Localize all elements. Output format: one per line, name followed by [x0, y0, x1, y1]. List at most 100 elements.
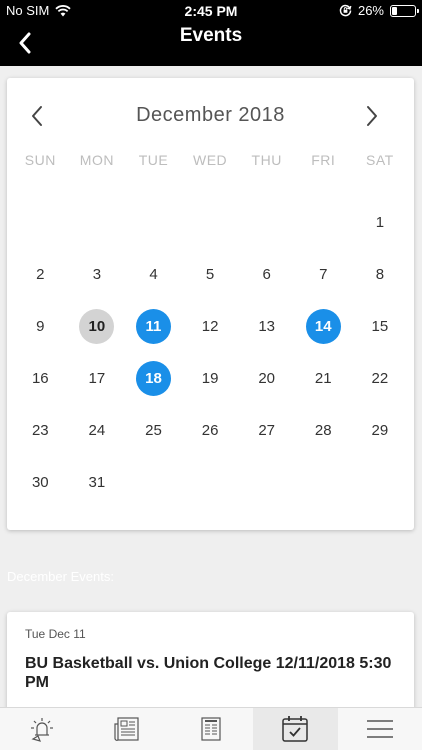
- tab-news[interactable]: [84, 708, 168, 750]
- calendar-day-cell: 15: [352, 300, 409, 352]
- calendar-day-14[interactable]: 14: [305, 308, 341, 344]
- weekday-label: TUE: [138, 152, 169, 168]
- calendar-day-13[interactable]: 13: [249, 309, 284, 344]
- battery-fill: [392, 6, 398, 15]
- weekday-label: THU: [251, 152, 282, 168]
- calendar-day-cell: 22: [352, 352, 409, 404]
- calendar-day-2[interactable]: 2: [23, 257, 58, 292]
- calendar-day-cell: 26: [182, 404, 239, 456]
- calendar-day-cell: 30: [12, 456, 69, 508]
- calendar-day-22[interactable]: 22: [362, 361, 397, 396]
- calendar-day-25[interactable]: 25: [136, 413, 171, 448]
- calendar-day-cell: 31: [69, 456, 126, 508]
- calendar-day-3[interactable]: 3: [79, 257, 114, 292]
- chevron-right-icon: [367, 106, 377, 126]
- weekday-label: SAT: [366, 152, 394, 168]
- calendar-day-9[interactable]: 9: [23, 309, 58, 344]
- calendar-day-1[interactable]: 1: [362, 205, 397, 240]
- calendar-card: December 2018 SUN MON TUE WED THU FRI SAT 1234…: [7, 78, 414, 530]
- calendar-day-cell: 19: [182, 352, 239, 404]
- calendar-day-15[interactable]: 15: [362, 309, 397, 344]
- page-title: Events: [179, 25, 243, 46]
- calendar-day-27[interactable]: 27: [249, 413, 284, 448]
- weekday-label: MON: [79, 152, 114, 168]
- calendar-day-24[interactable]: 24: [79, 413, 114, 448]
- calendar-day-cell: 3: [69, 248, 126, 300]
- event-date: Tue Dec 11: [25, 627, 86, 641]
- tab-bar: [0, 707, 422, 750]
- event-title: BU Basketball vs. Union College 12/11/20…: [25, 655, 392, 691]
- calendar-day-cell: 8: [352, 248, 409, 300]
- weekday-label: SUN: [24, 152, 56, 168]
- calendar-day-17[interactable]: 17: [79, 361, 114, 396]
- weekday-header: SUN MON TUE WED THU FRI SAT: [12, 152, 408, 168]
- calendar-day-cell: 10: [69, 300, 126, 352]
- calendar-day-26[interactable]: 26: [193, 413, 228, 448]
- calendar-blank-cell: [69, 196, 126, 248]
- calendar-day-cell: 21: [295, 352, 352, 404]
- calendar-day-7[interactable]: 7: [306, 257, 341, 292]
- calendar-blank-cell: [238, 196, 295, 248]
- news-icon: [114, 717, 139, 741]
- tab-alerts[interactable]: [0, 708, 84, 750]
- calendar-day-cell: 12: [182, 300, 239, 352]
- weekday-label: FRI: [311, 152, 336, 168]
- calendar-day-18[interactable]: 18: [135, 360, 171, 396]
- newspaper-icon: [201, 717, 221, 741]
- calendar-header: December 2018: [7, 96, 414, 132]
- calendar-day-11[interactable]: 11: [135, 308, 171, 344]
- alert-bell-icon: [31, 718, 54, 742]
- calendar-day-20[interactable]: 20: [249, 361, 284, 396]
- calendar-day-8[interactable]: 8: [362, 257, 397, 292]
- calendar-day-cell: 11: [125, 300, 182, 352]
- calendar-day-cell: 23: [12, 404, 69, 456]
- battery-icon: [390, 4, 419, 17]
- calendar-day-cell: 24: [69, 404, 126, 456]
- calendar-blank-cell: [125, 196, 182, 248]
- calendar-day-23[interactable]: 23: [23, 413, 58, 448]
- tab-events[interactable]: [253, 708, 338, 750]
- battery-percent: 26%: [357, 3, 384, 18]
- calendar-day-cell: 29: [352, 404, 409, 456]
- calendar-day-30[interactable]: 30: [23, 465, 58, 500]
- calendar-day-cell: 6: [238, 248, 295, 300]
- calendar-day-cell: 27: [238, 404, 295, 456]
- next-month-button[interactable]: [358, 102, 386, 130]
- calendar-day-10[interactable]: 10: [79, 308, 115, 344]
- calendar-day-19[interactable]: 19: [193, 361, 228, 396]
- weekday-label: WED: [192, 152, 228, 168]
- tab-newspaper[interactable]: [169, 708, 253, 750]
- events-section-label: December Events:: [7, 569, 114, 584]
- calendar-day-5[interactable]: 5: [193, 257, 228, 292]
- calendar-day-21[interactable]: 21: [306, 361, 341, 396]
- calendar-day-16[interactable]: 16: [23, 361, 58, 396]
- calendar-check-icon: [282, 716, 309, 742]
- calendar-day-cell: 9: [12, 300, 69, 352]
- calendar-blank-cell: [295, 196, 352, 248]
- calendar-days-grid: 1 2 3 4 5 6 7 8 9 10 11 12 13 14 15 16 17 18 19 20 21 22 23 24 2…: [12, 196, 408, 508]
- calendar-day-cell: 28: [295, 404, 352, 456]
- calendar-day-cell: 4: [125, 248, 182, 300]
- calendar-day-cell: 16: [12, 352, 69, 404]
- calendar-day-29[interactable]: 29: [362, 413, 397, 448]
- calendar-day-4[interactable]: 4: [136, 257, 171, 292]
- calendar-day-cell: 1: [352, 196, 409, 248]
- calendar-month-title: December 2018: [136, 104, 285, 126]
- calendar-day-cell: 25: [125, 404, 182, 456]
- calendar-blank-cell: [182, 196, 239, 248]
- calendar-day-cell: 14: [295, 300, 352, 352]
- orientation-lock-icon: [339, 4, 352, 17]
- calendar-day-28[interactable]: 28: [306, 413, 341, 448]
- calendar-day-31[interactable]: 31: [79, 465, 114, 500]
- status-right: 26%: [339, 3, 419, 18]
- status-bar: No SIM 2:45 PM 26%: [0, 0, 422, 22]
- calendar-day-cell: 13: [238, 300, 295, 352]
- calendar-day-cell: 20: [238, 352, 295, 404]
- calendar-day-6[interactable]: 6: [249, 257, 284, 292]
- calendar-day-cell: 2: [12, 248, 69, 300]
- menu-icon: [366, 720, 393, 738]
- calendar-blank-cell: [12, 196, 69, 248]
- calendar-day-12[interactable]: 12: [193, 309, 228, 344]
- tab-menu[interactable]: [338, 708, 422, 750]
- event-card[interactable]: Tue Dec 11 BU Basketball vs. Union Colle…: [7, 612, 414, 722]
